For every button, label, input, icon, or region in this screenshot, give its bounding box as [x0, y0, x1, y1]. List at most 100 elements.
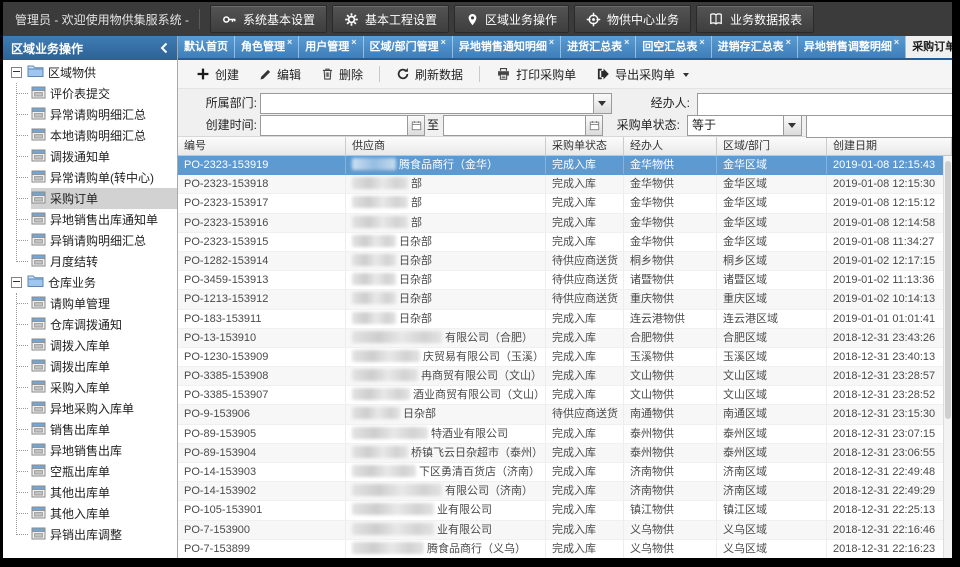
table-row[interactable]: PO-2323-153915日杂部完成入库金华物供金华区域2019-01-08 … — [178, 233, 952, 252]
table-row[interactable]: PO-2323-153918部完成入库金华物供金华区域2019-01-08 12… — [178, 175, 952, 194]
menu-business-data-reports[interactable]: 业务数据报表 — [696, 5, 814, 33]
table-row[interactable]: PO-2323-153919腾食品商行（金华）完成入库金华物供金华区域2019-… — [178, 156, 952, 175]
menu-region-business-operations[interactable]: 区域业务操作 — [454, 5, 569, 33]
table-row[interactable]: PO-2323-153917部完成入库金华物供金华区域2019-01-08 12… — [178, 194, 952, 213]
calendar-icon[interactable] — [407, 116, 424, 135]
dropdown-arrow-icon[interactable] — [783, 116, 801, 135]
tab-close-icon[interactable]: × — [894, 36, 899, 48]
table-row[interactable]: PO-1213-153912日杂部待供应商送货重庆物供重庆区域2019-01-0… — [178, 290, 952, 309]
edit-button[interactable]: 编辑 — [251, 63, 309, 86]
menu-supply-center-business[interactable]: 物供中心业务 — [574, 5, 691, 33]
export-order-button[interactable]: 导出采购单 — [588, 63, 697, 86]
table-row[interactable]: PO-7-153899腾食品商行（义乌）完成入库义乌物供义乌区域2018-12-… — [178, 540, 952, 558]
status-operator-combobox[interactable]: 等于 — [687, 115, 802, 136]
print-order-button[interactable]: 打印采购单 — [488, 63, 584, 86]
column-header-编号[interactable]: 编号 — [178, 137, 346, 155]
tab-进销存汇总表[interactable]: 进销存汇总表× — [712, 36, 798, 58]
tab-close-icon[interactable]: × — [441, 36, 446, 48]
tab-异地销售调整明细[interactable]: 异地销售调整明细× — [798, 36, 906, 58]
sidebar-item-label: 仓库调拨通知 — [50, 316, 122, 333]
column-header-供应商[interactable]: 供应商 — [346, 137, 546, 155]
tab-close-icon[interactable]: × — [624, 36, 629, 48]
menu-system-basic-settings[interactable]: 系统基本设置 — [210, 5, 327, 33]
tab-home[interactable]: 默认首页 — [178, 36, 235, 58]
tab-回空汇总表[interactable]: 回空汇总表× — [636, 36, 711, 58]
menu-basic-project-settings[interactable]: 基本工程设置 — [332, 5, 449, 33]
sidebar-item-其他入库单[interactable]: 其他入库单 — [3, 503, 177, 524]
tab-进货汇总表[interactable]: 进货汇总表× — [561, 36, 636, 58]
created-to-date-input[interactable] — [443, 115, 603, 136]
sidebar-item-请购单管理[interactable]: 请购单管理 — [3, 293, 177, 314]
sidebar-group-区域物供[interactable]: 区域物供 — [3, 62, 177, 83]
sidebar-item-异常请购单(转中心)[interactable]: 异常请购单(转中心) — [3, 167, 177, 188]
sidebar-item-调拨入库单[interactable]: 调拨入库单 — [3, 335, 177, 356]
sidebar-item-异地销售出库[interactable]: 异地销售出库 — [3, 440, 177, 461]
table-row[interactable]: PO-14-153903下区勇清百货店（济南）完成入库济南物供济南区域2018-… — [178, 463, 952, 482]
table-row[interactable]: PO-3385-153907酒业商贸有限公司（文山）完成入库文山物供文山区域20… — [178, 386, 952, 405]
create-button[interactable]: 创建 — [188, 63, 247, 86]
table-scrollbar[interactable] — [943, 156, 952, 558]
table-row[interactable]: PO-183-153911日杂部完成入库连云港物供连云港区域2019-01-01… — [178, 310, 952, 329]
column-header-经办人[interactable]: 经办人 — [624, 137, 717, 155]
window-icon — [31, 149, 46, 165]
tab-采购订单[interactable]: 采购订单× — [906, 36, 952, 58]
created-from-date-input[interactable] — [260, 115, 425, 136]
tab-区域/部门管理[interactable]: 区域/部门管理× — [364, 36, 453, 58]
table-row[interactable]: PO-7-153900业有限公司完成入库义乌物供义乌区域2018-12-31 2… — [178, 521, 952, 540]
sidebar-item-采购订单[interactable]: 采购订单 — [3, 188, 177, 209]
sidebar-item-月度结转[interactable]: 月度结转 — [3, 251, 177, 272]
column-header-创建日期[interactable]: 创建日期 — [827, 137, 952, 155]
table-row[interactable]: PO-9-153906日杂部待供应商送货南通物供南通区域2018-12-31 2… — [178, 405, 952, 424]
table-row[interactable]: PO-2323-153916部完成入库金华物供金华区域2019-01-08 12… — [178, 214, 952, 233]
tab-close-icon[interactable]: × — [699, 36, 704, 48]
status-filter-input[interactable] — [806, 115, 952, 138]
tab-close-icon[interactable]: × — [786, 36, 791, 48]
operator-filter-input[interactable] — [697, 93, 952, 116]
column-header-采购单状态[interactable]: 采购单状态 — [546, 137, 624, 155]
dropdown-arrow-icon[interactable] — [593, 94, 611, 113]
dept-filter-combobox[interactable] — [260, 93, 612, 114]
sidebar-item-异地销售出库通知单[interactable]: 异地销售出库通知单 — [3, 209, 177, 230]
sidebar-item-调拨出库单[interactable]: 调拨出库单 — [3, 356, 177, 377]
sidebar-item-仓库调拨通知[interactable]: 仓库调拨通知 — [3, 314, 177, 335]
sidebar-item-异常请购明细汇总[interactable]: 异常请购明细汇总 — [3, 104, 177, 125]
tab-用户管理[interactable]: 用户管理× — [299, 36, 363, 58]
tree-collapse-icon[interactable] — [11, 67, 22, 78]
column-header-区域/部门[interactable]: 区域/部门 — [717, 137, 827, 155]
tab-close-icon[interactable]: × — [549, 36, 554, 48]
table-row[interactable]: PO-14-153902有限公司（济南）完成入库济南物供济南区域2018-12-… — [178, 482, 952, 501]
sidebar-item-本地请购明细汇总[interactable]: 本地请购明细汇总 — [3, 125, 177, 146]
table-row[interactable]: PO-3385-153908冉商贸有限公司（文山）完成入库文山物供文山区域201… — [178, 367, 952, 386]
cell-region: 金华区域 — [717, 156, 827, 174]
sidebar-item-调拨通知单[interactable]: 调拨通知单 — [3, 146, 177, 167]
sidebar-item-评价表提交[interactable]: 评价表提交 — [3, 83, 177, 104]
window-icon — [31, 401, 46, 417]
tab-close-icon[interactable]: × — [287, 36, 292, 48]
sidebar-group-仓库业务[interactable]: 仓库业务 — [3, 272, 177, 293]
tab-角色管理[interactable]: 角色管理× — [235, 36, 299, 58]
table-row[interactable]: PO-105-153901业有限公司完成入库镇江物供镇江区域2018-12-31… — [178, 501, 952, 520]
table-row[interactable]: PO-1230-153909庆贸易有限公司（玉溪）完成入库玉溪物供玉溪区域201… — [178, 348, 952, 367]
sidebar-item-异地采购入库单[interactable]: 异地采购入库单 — [3, 398, 177, 419]
sidebar-item-销售出库单[interactable]: 销售出库单 — [3, 419, 177, 440]
tab-close-icon[interactable]: × — [351, 36, 356, 48]
tab-异地销售通知明细[interactable]: 异地销售通知明细× — [453, 36, 561, 58]
table-row[interactable]: PO-3459-153913日杂部待供应商送货诸暨物供诸暨区域2019-01-0… — [178, 271, 952, 290]
refresh-button[interactable]: 刷新数据 — [388, 63, 471, 86]
sidebar-item-其他出库单[interactable]: 其他出库单 — [3, 482, 177, 503]
table-row[interactable]: PO-89-153904桥镇飞云日杂超市（泰州）完成入库泰州物供泰州区域2018… — [178, 444, 952, 463]
table-row[interactable]: PO-1282-153914日杂部待供应商送货桐乡物供桐乡区域2019-01-0… — [178, 252, 952, 271]
delete-button[interactable]: 删除 — [313, 63, 371, 86]
cell-supplier: 下区勇清百货店（济南） — [346, 463, 546, 481]
tree-connector — [17, 93, 28, 94]
sidebar-item-异销请购明细汇总[interactable]: 异销请购明细汇总 — [3, 230, 177, 251]
scrollbar-thumb[interactable] — [945, 161, 951, 419]
sidebar-item-空瓶出库单[interactable]: 空瓶出库单 — [3, 461, 177, 482]
sidebar-item-采购入库单[interactable]: 采购入库单 — [3, 377, 177, 398]
calendar-icon[interactable] — [585, 116, 602, 135]
sidebar-item-异销出库调整[interactable]: 异销出库调整 — [3, 524, 177, 545]
tree-collapse-icon[interactable] — [11, 277, 22, 288]
sidebar-collapse-button[interactable] — [159, 42, 169, 54]
table-row[interactable]: PO-89-153905特酒业有限公司完成入库泰州物供泰州区域2018-12-3… — [178, 425, 952, 444]
table-row[interactable]: PO-13-153910有限公司（合肥）完成入库合肥物供合肥区域2018-12-… — [178, 329, 952, 348]
